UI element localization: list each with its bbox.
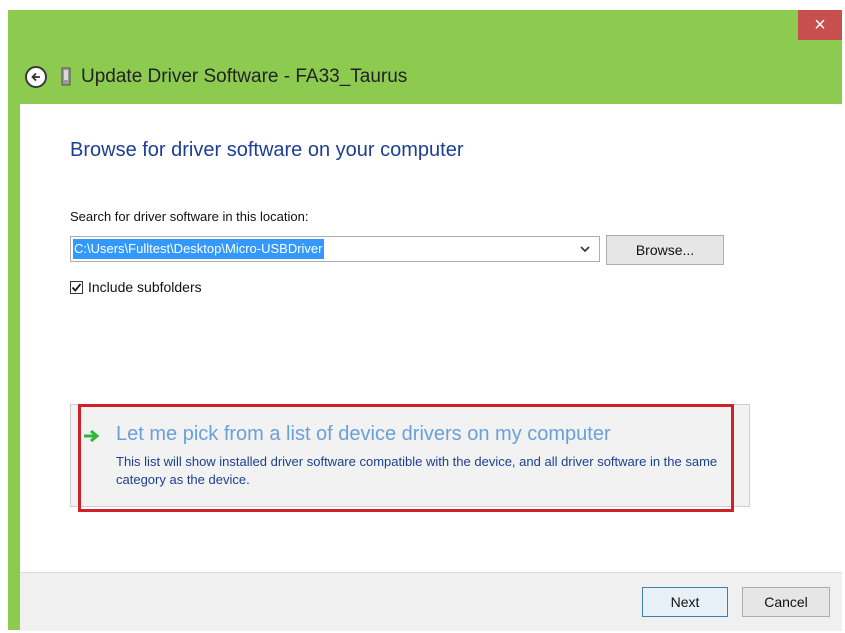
pick-option-description: This list will show installed driver sof…	[116, 454, 718, 487]
pick-driver-option[interactable]: Let me pick from a list of device driver…	[70, 404, 750, 507]
path-value[interactable]: C:\Users\Fulltest\Desktop\Micro-USBDrive…	[73, 239, 324, 259]
page-heading: Browse for driver software on your compu…	[70, 139, 464, 161]
close-button[interactable]: ×	[798, 10, 842, 40]
title-bar: Update Driver Software - FA33_Taurus	[8, 50, 842, 104]
usb-device-icon	[61, 67, 71, 86]
search-location-label: Search for driver software in this locat…	[70, 209, 309, 224]
window-title: Update Driver Software - FA33_Taurus	[81, 66, 408, 87]
dialog-content: Browse for driver software on your compu…	[20, 104, 842, 631]
cancel-button[interactable]: Cancel	[742, 587, 830, 617]
dialog-footer: Next Cancel	[20, 572, 842, 631]
dialog-window: × Update Driver Software - FA33_Taurus B…	[8, 10, 842, 631]
browse-button[interactable]: Browse...	[606, 235, 724, 265]
next-button-label: Next	[670, 594, 700, 610]
back-arrow-icon	[31, 72, 40, 82]
back-button[interactable]	[25, 66, 47, 88]
include-subfolders-checkbox[interactable]	[70, 280, 83, 294]
close-icon: ×	[814, 13, 826, 36]
checkmark-icon	[71, 282, 82, 292]
include-subfolders-label: Include subfolders	[88, 279, 202, 295]
chevron-down-icon[interactable]	[579, 241, 591, 257]
browse-button-label: Browse...	[635, 242, 695, 258]
pick-option-title[interactable]: Let me pick from a list of device driver…	[116, 423, 611, 446]
green-arrow-icon	[84, 429, 100, 443]
include-subfolders-row[interactable]: Include subfolders	[70, 279, 202, 295]
cancel-button-label: Cancel	[764, 594, 808, 610]
next-button[interactable]: Next	[642, 587, 728, 617]
path-combobox[interactable]: C:\Users\Fulltest\Desktop\Micro-USBDrive…	[70, 236, 600, 262]
